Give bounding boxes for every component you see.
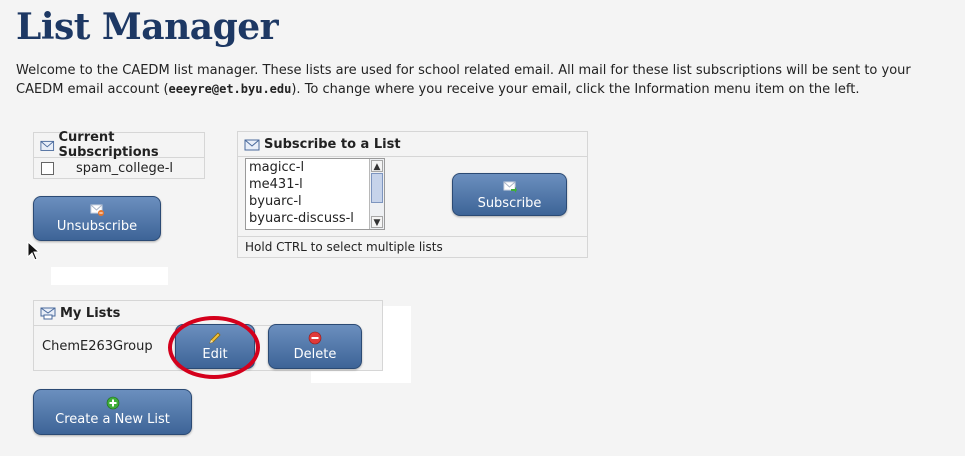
list-option[interactable]: byuarc-l bbox=[246, 193, 384, 210]
envelope-add-icon bbox=[503, 181, 517, 193]
current-subscriptions-panel: Current Subscriptions spam_college-l bbox=[33, 130, 205, 179]
envelope-remove-icon bbox=[90, 204, 104, 216]
mouse-cursor-icon bbox=[27, 241, 41, 261]
delete-button[interactable]: Delete bbox=[268, 324, 362, 369]
scroll-down-icon[interactable]: ▼ bbox=[371, 216, 383, 228]
plus-circle-icon bbox=[106, 396, 119, 410]
my-list-name: ChemE263Group bbox=[42, 339, 153, 354]
unsubscribe-label: Unsubscribe bbox=[56, 219, 138, 234]
create-list-label: Create a New List bbox=[55, 412, 170, 427]
list-option[interactable]: me431-l bbox=[246, 176, 384, 193]
list-scrollbar[interactable]: ▲ ▼ bbox=[369, 159, 384, 229]
pencil-icon bbox=[209, 332, 221, 344]
envelope-icon bbox=[40, 140, 55, 151]
subscribe-button[interactable]: Subscribe bbox=[452, 173, 567, 216]
subscription-label: spam_college-l bbox=[76, 160, 174, 176]
list-option[interactable]: magicc-l bbox=[246, 159, 384, 176]
create-list-button[interactable]: Create a New List bbox=[33, 389, 192, 435]
scroll-up-icon[interactable]: ▲ bbox=[371, 160, 383, 172]
intro-text-end: ). To change where you receive your emai… bbox=[291, 82, 860, 97]
list-select[interactable]: magicc-l me431-l byuarc-l byuarc-discuss… bbox=[245, 158, 385, 230]
delete-label: Delete bbox=[293, 347, 337, 362]
current-subscriptions-heading: Current Subscriptions bbox=[58, 130, 159, 160]
subscribe-label: Subscribe bbox=[477, 196, 542, 211]
scroll-thumb[interactable] bbox=[371, 173, 383, 203]
my-lists-header: My Lists bbox=[34, 301, 318, 326]
my-lists-heading: My Lists bbox=[60, 305, 121, 321]
edit-label: Edit bbox=[202, 347, 228, 362]
minus-circle-icon bbox=[308, 331, 322, 345]
page-title: List Manager bbox=[16, 6, 279, 48]
list-option[interactable]: byuarc-discuss-l bbox=[246, 210, 384, 227]
email-address: eeeyre@et.byu.edu bbox=[168, 82, 292, 96]
blank-area bbox=[51, 267, 168, 285]
multi-select-hint: Hold CTRL to select multiple lists bbox=[238, 236, 587, 256]
subscription-checkbox[interactable] bbox=[41, 161, 54, 175]
envelope-print-icon bbox=[40, 307, 56, 320]
subscribe-heading: Subscribe to a List bbox=[264, 136, 401, 152]
unsubscribe-button[interactable]: Unsubscribe bbox=[33, 196, 161, 241]
intro-text: Welcome to the CAEDM list manager. These… bbox=[16, 62, 961, 99]
subscribe-header: Subscribe to a List bbox=[238, 132, 587, 157]
edit-button[interactable]: Edit bbox=[175, 324, 255, 369]
subscription-row: spam_college-l bbox=[34, 158, 204, 178]
envelope-icon bbox=[244, 139, 260, 151]
current-subscriptions-header: Current Subscriptions bbox=[34, 130, 204, 160]
